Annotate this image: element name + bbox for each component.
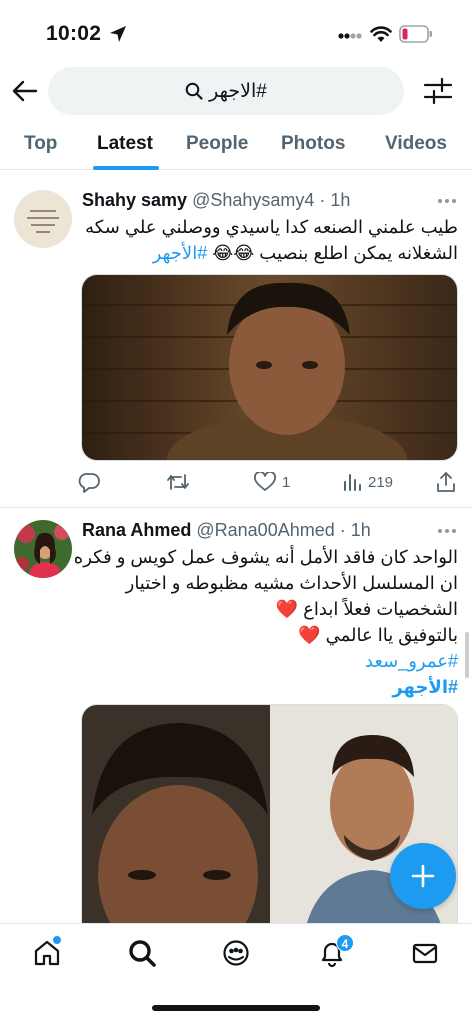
status-bar: 10:02	[0, 0, 472, 66]
tweet-text: طيب علمني الصنعه كدا ياسيدي ووصلني علي س…	[82, 214, 458, 266]
avatar[interactable]	[14, 190, 72, 248]
reply-icon	[78, 473, 100, 493]
tweet[interactable]: Shahy samy @Shahysamy4 · 1h طيب علمني ال…	[0, 176, 472, 508]
like-count: 1	[282, 473, 291, 491]
tab-photos[interactable]: Photos	[281, 133, 345, 155]
tweet-line: بالتوفيق ياا عالمي ❤️	[298, 625, 458, 645]
battery-icon	[399, 25, 432, 43]
author-name[interactable]: Shahy samy	[82, 190, 187, 210]
mail-icon[interactable]	[410, 938, 440, 968]
views-icon	[344, 474, 361, 491]
author-handle[interactable]: @Shahysamy4	[192, 190, 314, 210]
tab-latest[interactable]: Latest	[97, 133, 153, 155]
communities-icon[interactable]	[221, 938, 251, 968]
tweet-media-image[interactable]	[81, 704, 458, 944]
like-button[interactable]: 1	[254, 470, 290, 494]
author-handle[interactable]: @Rana00Ahmed	[196, 520, 334, 540]
tab-videos[interactable]: Videos	[385, 133, 447, 155]
home-unread-dot	[53, 936, 61, 944]
search-header: #الاجهر	[0, 66, 472, 122]
arrow-left-icon	[12, 80, 38, 102]
tweet-line: الشغلانه يمكن اطلع بنصيب 😂😂	[207, 243, 458, 263]
tweet-time: · 1h	[319, 190, 351, 210]
search-icon	[185, 82, 203, 100]
hashtag-link[interactable]: #الأجهر	[82, 674, 458, 700]
search-query: #الاجهر	[209, 80, 267, 102]
retweet-icon	[167, 474, 189, 490]
tweet-line: الواحد كان فاقد الأمل أنه يشوف عمل كويس …	[73, 547, 458, 567]
tweet-line: الشخصيات فعلاً ابداع ❤️	[275, 599, 458, 619]
plus-icon	[411, 864, 435, 888]
tweet-time: · 1h	[339, 520, 371, 540]
tweet-media-image[interactable]	[81, 274, 458, 461]
active-tab-indicator	[93, 166, 159, 170]
wifi-icon	[370, 26, 392, 42]
author-name[interactable]: Rana Ahmed	[82, 520, 191, 540]
avatar[interactable]	[14, 520, 72, 578]
search-icon[interactable]	[127, 938, 157, 968]
hashtag-link[interactable]: #عمرو_سعد	[82, 648, 458, 674]
hashtag-link[interactable]: #الأجهر	[153, 243, 208, 263]
sliders-icon[interactable]	[422, 76, 454, 106]
tab-top[interactable]: Top	[24, 133, 57, 155]
back-button[interactable]	[10, 76, 40, 106]
location-arrow-icon	[110, 26, 126, 42]
tweet-line: ان المسلسل الأحداث مشيه مظبوطه و اختيار	[125, 573, 458, 593]
heart-icon	[254, 472, 276, 491]
compose-button[interactable]	[390, 843, 456, 909]
scrollbar-thumb[interactable]	[465, 632, 469, 678]
search-input[interactable]: #الاجهر	[48, 67, 404, 115]
search-tabs: Top Latest People Photos Videos	[0, 122, 472, 170]
cellular-signal-icon	[338, 33, 362, 39]
share-icon	[437, 472, 455, 492]
views-count: 219	[368, 473, 394, 491]
tweet-text: الواحد كان فاقد الأمل أنه يشوف عمل كويس …	[73, 544, 458, 700]
views-button[interactable]: 219	[342, 470, 393, 494]
retweet-button[interactable]	[166, 470, 190, 494]
status-time: 10:02	[46, 22, 102, 45]
tweet-line: طيب علمني الصنعه كدا ياسيدي ووصلني علي س…	[85, 217, 458, 237]
more-icon[interactable]	[437, 528, 457, 534]
notification-badge: 4	[336, 934, 354, 952]
tab-people[interactable]: People	[186, 133, 248, 155]
home-indicator	[152, 1005, 320, 1011]
reply-button[interactable]	[78, 470, 100, 494]
more-icon[interactable]	[437, 198, 457, 204]
share-button[interactable]	[436, 470, 456, 494]
